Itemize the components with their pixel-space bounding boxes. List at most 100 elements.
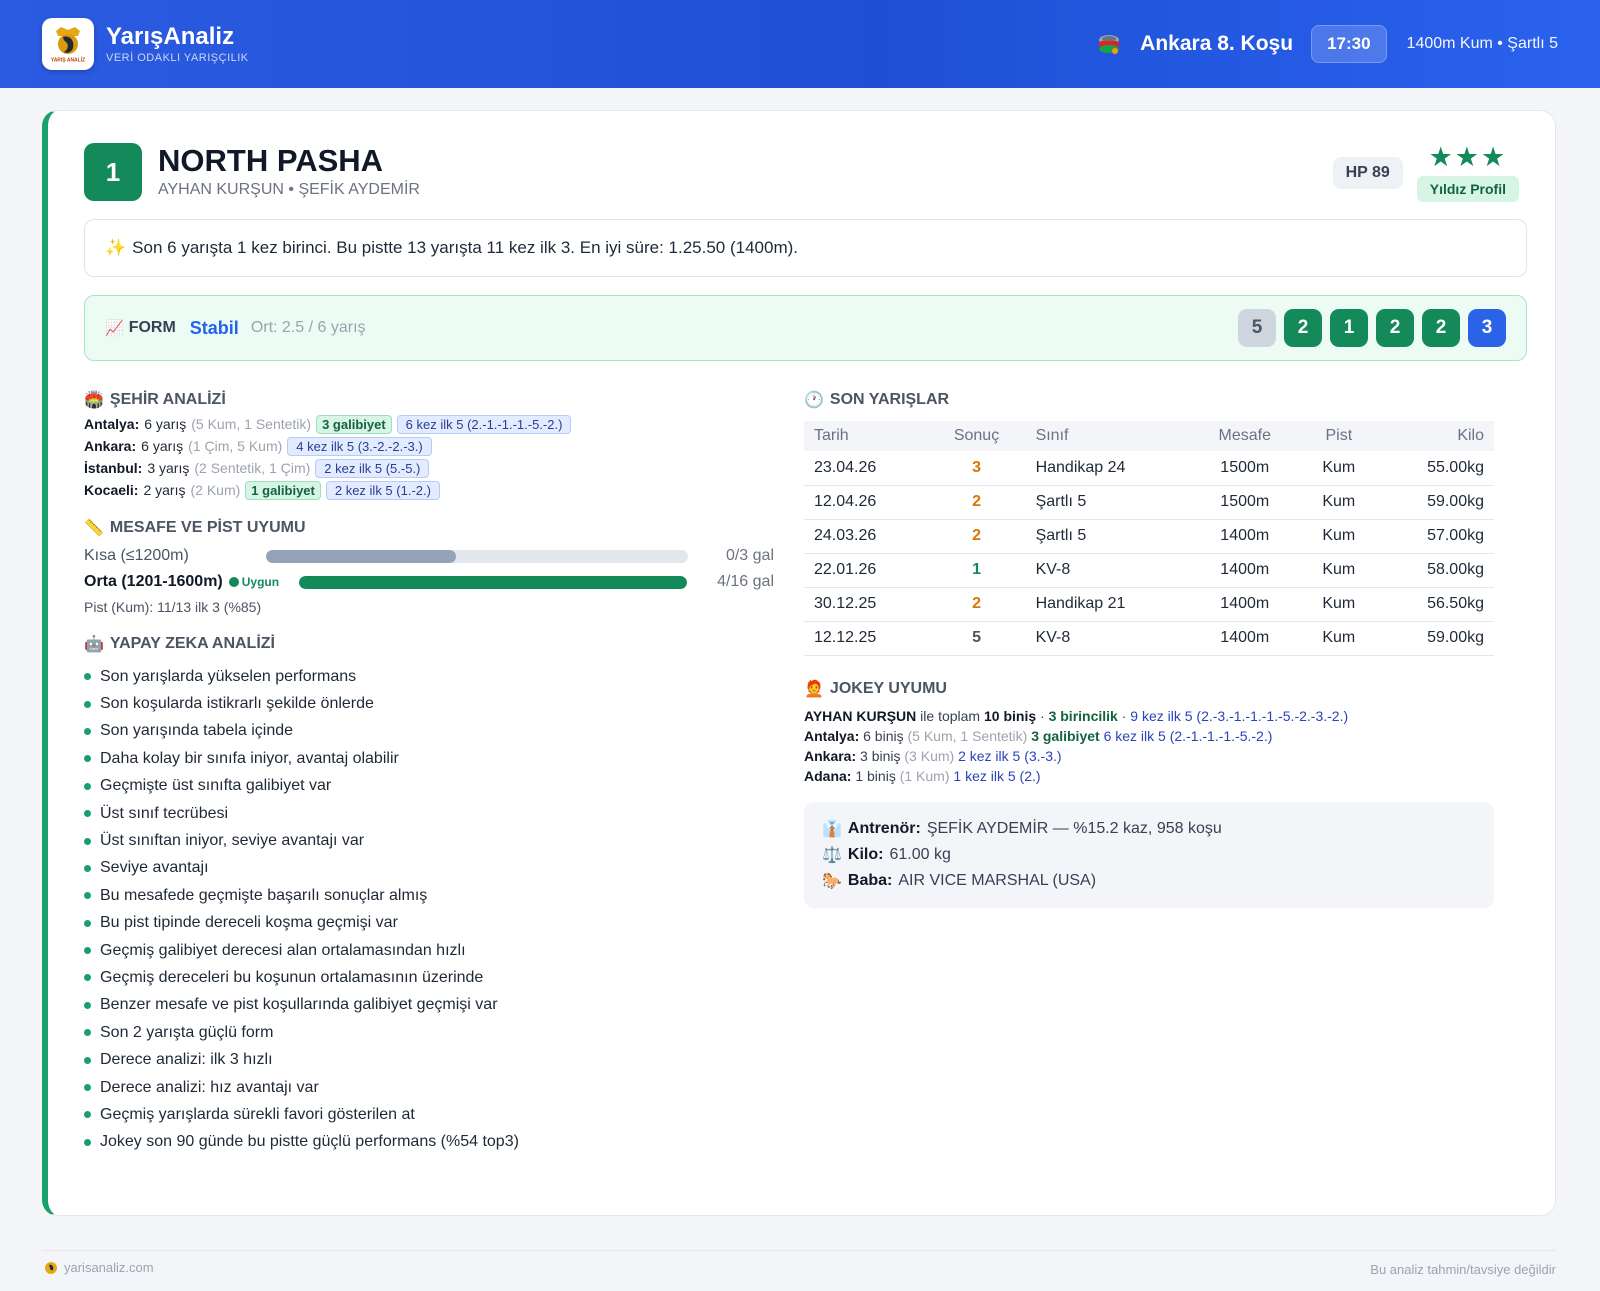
list-item: Benzer mesafe ve pist koşullarında galib… [84,992,774,1019]
form-result-badge: 2 [1376,309,1414,347]
bullet-icon [84,782,91,790]
horse-name[interactable]: NORTH PASHA [158,144,420,178]
bullet-icon [84,727,91,735]
distance-bar-medium: Orta (1201-1600m) Uygun 4/16 gal [84,573,774,590]
table-row[interactable]: 22.01.26 1 KV-8 1400m Kum 58.00kg [804,553,1494,588]
star-rating-icon: ★★★ [1428,142,1508,172]
race-distance: 1500m [1190,485,1300,520]
sire-info: 🐎 Baba: AIR VICE MARSHAL (USA) [822,871,1097,890]
logo-small-icon [45,1261,57,1274]
track-detail: (1 Çim, 5 Kum) [188,438,283,454]
ai-item-text: Seviye avantajı [100,859,209,877]
table-row[interactable]: 12.12.25 5 KV-8 1400m Kum 59.00kg [804,621,1494,656]
race-result: 1 [927,553,1026,588]
top5-chip: 4 kez ilk 5 (3.-2.-2.-3.) [287,436,432,456]
bullet-icon [84,1084,91,1092]
race-count: 2 yarış [143,482,186,498]
svg-text:YARIŞ ANALİZ: YARIŞ ANALİZ [51,57,85,64]
progress-bar [266,549,688,563]
race-result: 5 [927,621,1026,656]
city-analysis-title: 🏟️ ŞEHİR ANALİZİ [84,391,226,409]
race-count: 3 yarış [147,460,190,476]
list-item: Daha kolay bir sınıfa iniyor, avantaj ol… [84,745,774,772]
list-item: Son 2 yarışta güçlü form [84,1019,774,1046]
track-detail: (5 Kum, 1 Sentetik) [907,727,1028,744]
brand: YarışAnaliz VERİ ODAKLI YARIŞÇILIK [106,24,249,65]
ai-item-text: Son yarışında tabela içinde [100,722,294,740]
city-name: Antalya: [84,416,140,432]
ai-item-text: Derece analizi: hız avantajı var [100,1078,319,1096]
race-info: 1400m Kum • Şartlı 5 [1406,35,1558,52]
race-weight: 59.00kg [1378,485,1494,520]
distance-title: 📏 MESAFE VE PİST UYUMU [84,519,306,537]
ai-item-text: Son 2 yarışta güçlü form [100,1023,274,1041]
horse-logo-icon: YARIŞ ANALİZ [51,27,85,64]
bullet-icon [84,673,91,681]
list-item: Bu pist tipinde dereceli koşma geçmişi v… [84,910,774,937]
wins-text: 3 galibiyet [1031,727,1100,744]
jockey-city-row: Antalya: 6 biniş (5 Kum, 1 Sentetik) 3 g… [804,728,1494,744]
list-item: Son koşularda istikrarlı şekilde önlerde [84,690,774,717]
trainer-info: 👔 Antrenör: ŞEFİK AYDEMİR — %15.2 kaz, 9… [822,819,1222,838]
race-result: 2 [927,587,1026,622]
race-class: Handikap 24 [1025,451,1191,486]
track-detail: (5 Kum, 1 Sentetik) [191,416,312,432]
profile-rating: ★★★ Yıldız Profil [1416,142,1519,202]
list-item: Derece analizi: ilk 3 hızlı [84,1046,774,1073]
recent-races-table: Tarih Sonuç Sınıf Mesafe Pist Kilo 23.04… [804,421,1494,656]
top5-text: 1 kez ilk 5 (2.) [953,767,1041,784]
table-row[interactable]: 23.04.26 3 Handikap 24 1500m Kum 55.00kg [804,451,1494,486]
list-item: Geçmiş yarışlarda sürekli favori gösteri… [84,1101,774,1128]
race-date: 12.04.26 [804,485,928,520]
brand-tagline: VERİ ODAKLI YARIŞÇILIK [106,52,249,64]
race-track: Kum [1299,587,1379,622]
city-name: Adana: [804,767,852,784]
race-distance: 1500m [1190,451,1300,486]
distance-bar-short: Kısa (≤1200m) 0/3 gal [84,547,774,564]
ai-item-text: Geçmişte üst sınıfta galibiyet var [100,777,332,795]
footer-site[interactable]: yarisanaliz.com [44,1260,154,1275]
bullet-icon [84,864,91,872]
bar-fill [266,549,456,563]
list-item: Üst sınıftan iniyor, seviye avantajı var [84,827,774,854]
summary-text: Son 6 yarışta 1 kez birinci. Bu pistte 1… [132,238,799,257]
race-count: 6 yarış [144,416,187,432]
ai-item-text: Jokey son 90 günde bu pistte güçlü perfo… [100,1133,519,1151]
race-title: Ankara 8. Koşu [1140,32,1294,55]
ai-item-text: Geçmiş dereceleri bu koşunun ortalamasın… [100,968,484,986]
logo[interactable]: YARIŞ ANALİZ [42,18,94,70]
table-row[interactable]: 24.03.26 2 Şartlı 5 1400m Kum 57.00kg [804,519,1494,554]
city-name: Kocaeli: [84,482,139,498]
progress-bar [298,575,687,589]
scale-icon: ⚖️ [822,846,842,864]
clock-icon: 🕐 [804,392,824,409]
top5-text: 2 kez ilk 5 (3.-3.) [958,747,1062,764]
track-detail: (3 Kum) [904,747,955,764]
ai-item-text: Üst sınıf tecrübesi [100,804,229,822]
city-row: İstanbul: 3 yarış (2 Sentetik, 1 Çim) 2 kez… [84,458,774,478]
form-result-badge: 2 [1284,309,1322,347]
table-row[interactable]: 12.04.26 2 Şartlı 5 1500m Kum 59.00kg [804,485,1494,520]
city-name: Antalya: [804,727,860,744]
race-weight: 59.00kg [1378,621,1494,656]
race-weight: 57.00kg [1378,519,1494,554]
list-item: Derece analizi: hız avantajı var [84,1074,774,1101]
city-name: Ankara: [804,747,857,764]
hp-badge: HP 89 [1332,157,1403,189]
track-detail: (1 Kum) [899,767,950,784]
form-result-badge: 5 [1238,309,1276,347]
track-detail: (2 Sentetik, 1 Çim) [194,460,311,476]
wins-chip: 1 galibiyet [245,480,321,500]
ai-item-text: Son koşularda istikrarlı şekilde önlerde [100,695,374,713]
form-result-badge: 3 [1468,309,1506,347]
race-result: 2 [927,485,1026,520]
ride-count: 6 biniş [863,727,904,744]
jockey-summary: AYHAN KURŞUN ile toplam 10 biniş · 3 bir… [804,707,1349,724]
ai-item-text: Bu mesafede geçmişte başarılı sonuçlar a… [100,886,428,904]
ride-count: 1 biniş [855,767,896,784]
app-header: YARIŞ ANALİZ YarışAnaliz VERİ ODAKLI YAR… [0,0,1600,88]
list-item: Jokey son 90 günde bu pistte güçlü perfo… [84,1129,774,1156]
table-row[interactable]: 30.12.25 2 Handikap 21 1400m Kum 56.50kg [804,587,1494,622]
race-distance: 1400m [1190,621,1300,656]
bullet-icon [84,1029,91,1037]
